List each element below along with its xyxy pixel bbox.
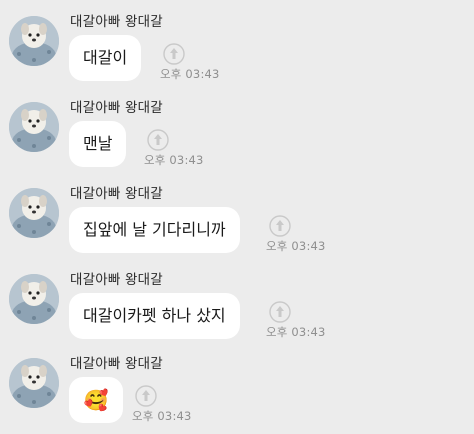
- message-meta: 오후 03:43: [132, 385, 202, 429]
- message-meta: 오후 03:43: [144, 129, 214, 173]
- avatar[interactable]: [9, 274, 59, 324]
- message-bubble[interactable]: 대갈이카펫 하나 샀지: [69, 293, 240, 339]
- message-time: 오후 03:43: [132, 409, 192, 423]
- avatar[interactable]: [9, 102, 59, 152]
- message-meta: 오후 03:43: [160, 43, 230, 87]
- sender-name: 대갈아빠 왕대갈: [70, 14, 163, 30]
- sender-name: 대갈아빠 왕대갈: [70, 356, 163, 372]
- avatar[interactable]: [9, 188, 59, 238]
- message-group: 대갈아빠 왕대갈 대갈이카펫 하나 샀지 오후 03:43: [0, 264, 474, 350]
- message-bubble[interactable]: 집앞에 날 기다리니까: [69, 207, 240, 253]
- sender-name: 대갈아빠 왕대갈: [70, 272, 163, 288]
- avatar[interactable]: [9, 358, 59, 408]
- message-meta: 오후 03:43: [266, 215, 336, 259]
- message-bubble[interactable]: 🥰: [69, 377, 123, 423]
- sender-name: 대갈아빠 왕대갈: [70, 100, 163, 116]
- share-icon[interactable]: [147, 129, 169, 151]
- avatar[interactable]: [9, 16, 59, 66]
- message-group: 대갈아빠 왕대갈 집앞에 날 기다리니까 오후 03:43: [0, 178, 474, 264]
- share-icon[interactable]: [135, 385, 157, 407]
- share-icon[interactable]: [269, 215, 291, 237]
- message-time: 오후 03:43: [160, 67, 220, 81]
- message-bubble[interactable]: 대갈이: [69, 35, 142, 81]
- sender-name: 대갈아빠 왕대갈: [70, 186, 163, 202]
- share-icon[interactable]: [163, 43, 185, 65]
- message-group: 대갈아빠 왕대갈 🥰 오후 03:43: [0, 348, 474, 434]
- message-time: 오후 03:43: [266, 325, 326, 339]
- message-meta: 오후 03:43: [266, 301, 336, 345]
- message-time: 오후 03:43: [266, 239, 326, 253]
- message-group: 대갈아빠 왕대갈 맨날 오후 03:43: [0, 92, 474, 178]
- message-time: 오후 03:43: [144, 153, 204, 167]
- message-group: 대갈아빠 왕대갈 대갈이 오후 03:43: [0, 6, 474, 92]
- message-bubble[interactable]: 맨날: [69, 121, 127, 167]
- chat-area: 대갈아빠 왕대갈 대갈이 오후 03:43 대갈아빠 왕대갈 맨날 오후 03:…: [0, 0, 474, 434]
- share-icon[interactable]: [269, 301, 291, 323]
